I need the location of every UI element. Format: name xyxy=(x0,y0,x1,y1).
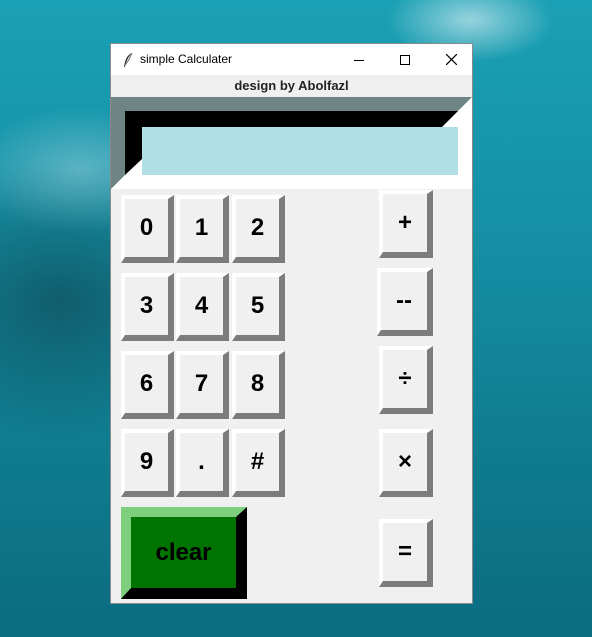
maximize-button[interactable] xyxy=(382,44,428,75)
digit-1-button[interactable]: 1 xyxy=(176,195,229,263)
digit-5-button[interactable]: 5 xyxy=(232,273,285,341)
clear-button[interactable]: clear xyxy=(121,507,247,599)
feather-icon xyxy=(124,52,133,67)
digit-8-button[interactable]: 8 xyxy=(232,351,285,419)
subtract-button[interactable]: -- xyxy=(377,268,433,336)
decimal-point-button[interactable]: . xyxy=(176,429,229,497)
multiply-button[interactable]: × xyxy=(379,429,433,497)
equals-button[interactable]: = xyxy=(379,519,433,587)
add-button[interactable]: + xyxy=(379,190,433,258)
digit-9-button[interactable]: 9 xyxy=(121,429,174,497)
close-icon xyxy=(445,54,457,65)
close-button[interactable] xyxy=(428,44,474,75)
divide-button[interactable]: ÷ xyxy=(379,346,433,414)
hash-button[interactable]: # xyxy=(232,429,285,497)
designer-credit: design by Abolfazl xyxy=(234,78,349,93)
display-frame xyxy=(111,97,472,189)
minimize-icon xyxy=(354,59,364,61)
window-title: simple Calculater xyxy=(140,52,233,66)
digit-3-button[interactable]: 3 xyxy=(121,273,174,341)
digit-0-button[interactable]: 0 xyxy=(121,195,174,263)
title-bar[interactable]: simple Calculater xyxy=(111,44,472,75)
minimize-button[interactable] xyxy=(336,44,382,75)
maximize-icon xyxy=(400,54,410,65)
display-field[interactable] xyxy=(142,127,458,175)
digit-2-button[interactable]: 2 xyxy=(232,195,285,263)
digit-7-button[interactable]: 7 xyxy=(176,351,229,419)
digit-4-button[interactable]: 4 xyxy=(176,273,229,341)
calculator-window: simple Calculater design by Abolfazl 0 1… xyxy=(110,43,473,604)
digit-6-button[interactable]: 6 xyxy=(121,351,174,419)
